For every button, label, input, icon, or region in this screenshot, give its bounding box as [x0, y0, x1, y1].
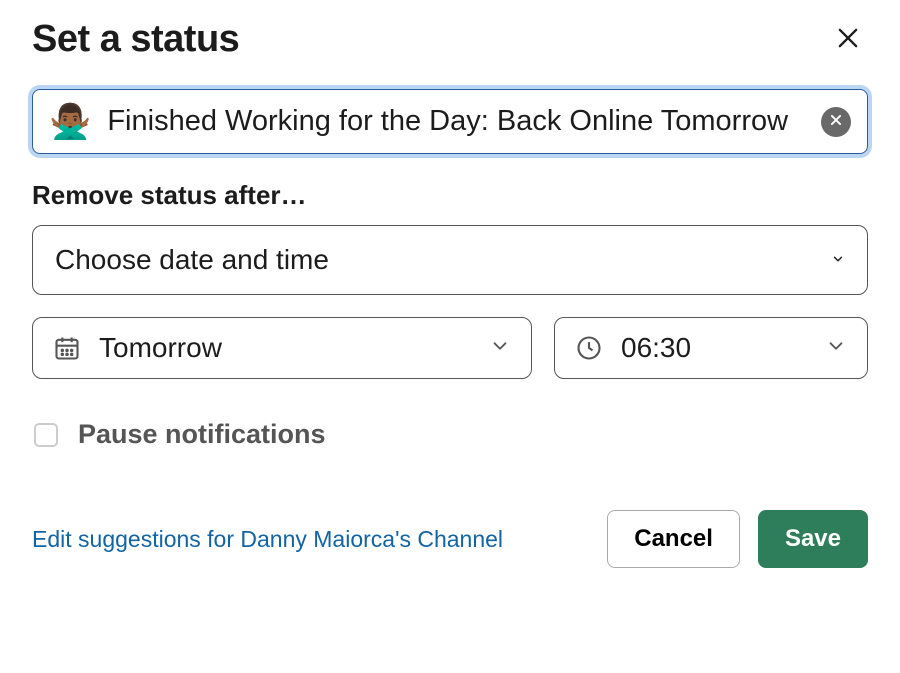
chevron-down-icon [825, 332, 847, 364]
clock-icon [575, 334, 603, 362]
remove-after-label: Remove status after… [32, 180, 868, 211]
footer-buttons: Cancel Save [607, 510, 868, 568]
pause-notifications-checkbox[interactable] [34, 423, 58, 447]
pause-notifications-row: Pause notifications [34, 419, 868, 450]
dialog-header: Set a status [32, 18, 868, 61]
save-button[interactable]: Save [758, 510, 868, 568]
calendar-icon [53, 334, 81, 362]
time-select-value: 06:30 [621, 332, 825, 364]
pause-notifications-label: Pause notifications [78, 419, 326, 450]
edit-suggestions-link[interactable]: Edit suggestions for Danny Maiorca's Cha… [32, 526, 503, 553]
status-input-row: 🙅🏾‍♂️ [32, 89, 868, 154]
clear-status-button[interactable] [821, 107, 851, 137]
time-select[interactable]: 06:30 [554, 317, 868, 379]
status-text-input[interactable] [105, 104, 811, 139]
date-select-value: Tomorrow [99, 332, 489, 364]
remove-mode-value: Choose date and time [55, 244, 329, 276]
remove-mode-select[interactable]: Choose date and time [32, 225, 868, 295]
date-time-row: Tomorrow 06:30 [32, 317, 868, 379]
chevron-down-icon [831, 252, 845, 269]
close-icon [834, 40, 862, 55]
clear-icon [829, 113, 843, 130]
set-status-dialog: Set a status 🙅🏾‍♂️ Remove status after… … [0, 0, 900, 673]
date-select[interactable]: Tomorrow [32, 317, 532, 379]
dialog-title: Set a status [32, 18, 239, 61]
dialog-footer: Edit suggestions for Danny Maiorca's Cha… [32, 510, 868, 568]
status-emoji-button[interactable]: 🙅🏾‍♂️ [49, 105, 91, 139]
cancel-button[interactable]: Cancel [607, 510, 740, 568]
chevron-down-icon [489, 332, 511, 364]
close-button[interactable] [828, 18, 868, 61]
